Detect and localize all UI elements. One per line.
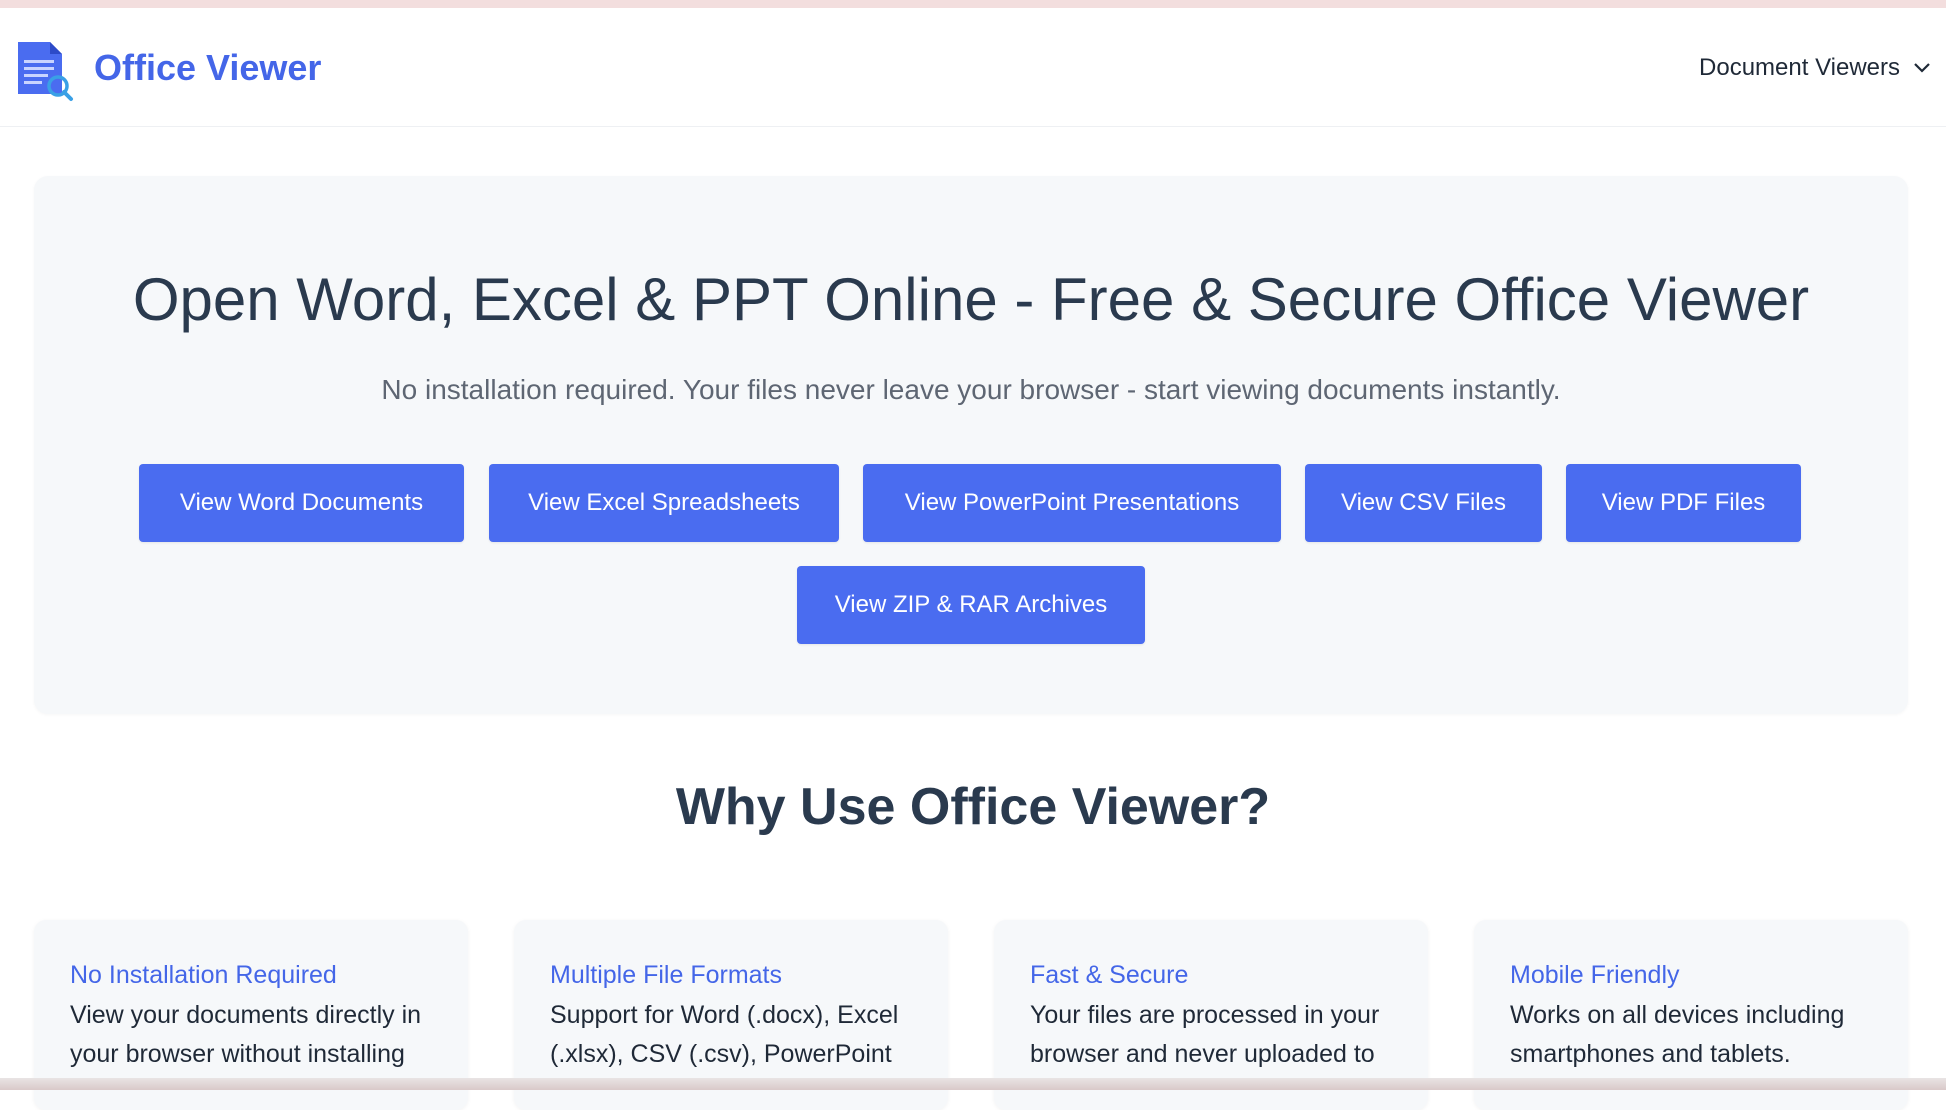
feature-card-body: View your documents directly in your bro… (70, 1001, 422, 1068)
document-search-icon[interactable] (16, 40, 74, 102)
feature-card-title: Fast & Secure (1030, 961, 1189, 989)
document-viewers-label: Document Viewers (1699, 54, 1900, 81)
view-excel-button[interactable]: View Excel Spreadsheets (489, 464, 839, 542)
chevron-down-icon (1914, 63, 1930, 73)
feature-card-body: Your files are processed in your browser… (1030, 1001, 1380, 1068)
view-csv-button[interactable]: View CSV Files (1305, 464, 1542, 542)
hero-panel: Open Word, Excel & PPT Online - Free & S… (34, 176, 1908, 714)
feature-card-title: No Installation Required (70, 961, 337, 989)
feature-card-title: Multiple File Formats (550, 961, 782, 989)
site-header: Office Viewer Document Viewers (0, 8, 1946, 127)
bottom-edge (0, 1078, 1946, 1090)
why-section-title: Why Use Office Viewer? (675, 778, 1271, 836)
feature-card-body: Works on all devices including smartphon… (1510, 1001, 1845, 1068)
view-powerpoint-button[interactable]: View PowerPoint Presentations (863, 464, 1281, 542)
top-strip (0, 0, 1946, 8)
view-pdf-button[interactable]: View PDF Files (1566, 464, 1801, 542)
feature-card-body: Support for Word (.docx), Excel (.xlsx),… (550, 1001, 899, 1068)
feature-card-title: Mobile Friendly (1510, 961, 1680, 989)
hero-subtitle: No installation required. Your files nev… (381, 374, 1561, 405)
view-word-button[interactable]: View Word Documents (139, 464, 464, 542)
view-zip-rar-button[interactable]: View ZIP & RAR Archives (797, 566, 1145, 644)
document-viewers-dropdown[interactable]: Document Viewers (1699, 52, 1932, 84)
hero-title: Open Word, Excel & PPT Online - Free & S… (132, 266, 1810, 333)
brand-name[interactable]: Office Viewer (94, 46, 321, 90)
